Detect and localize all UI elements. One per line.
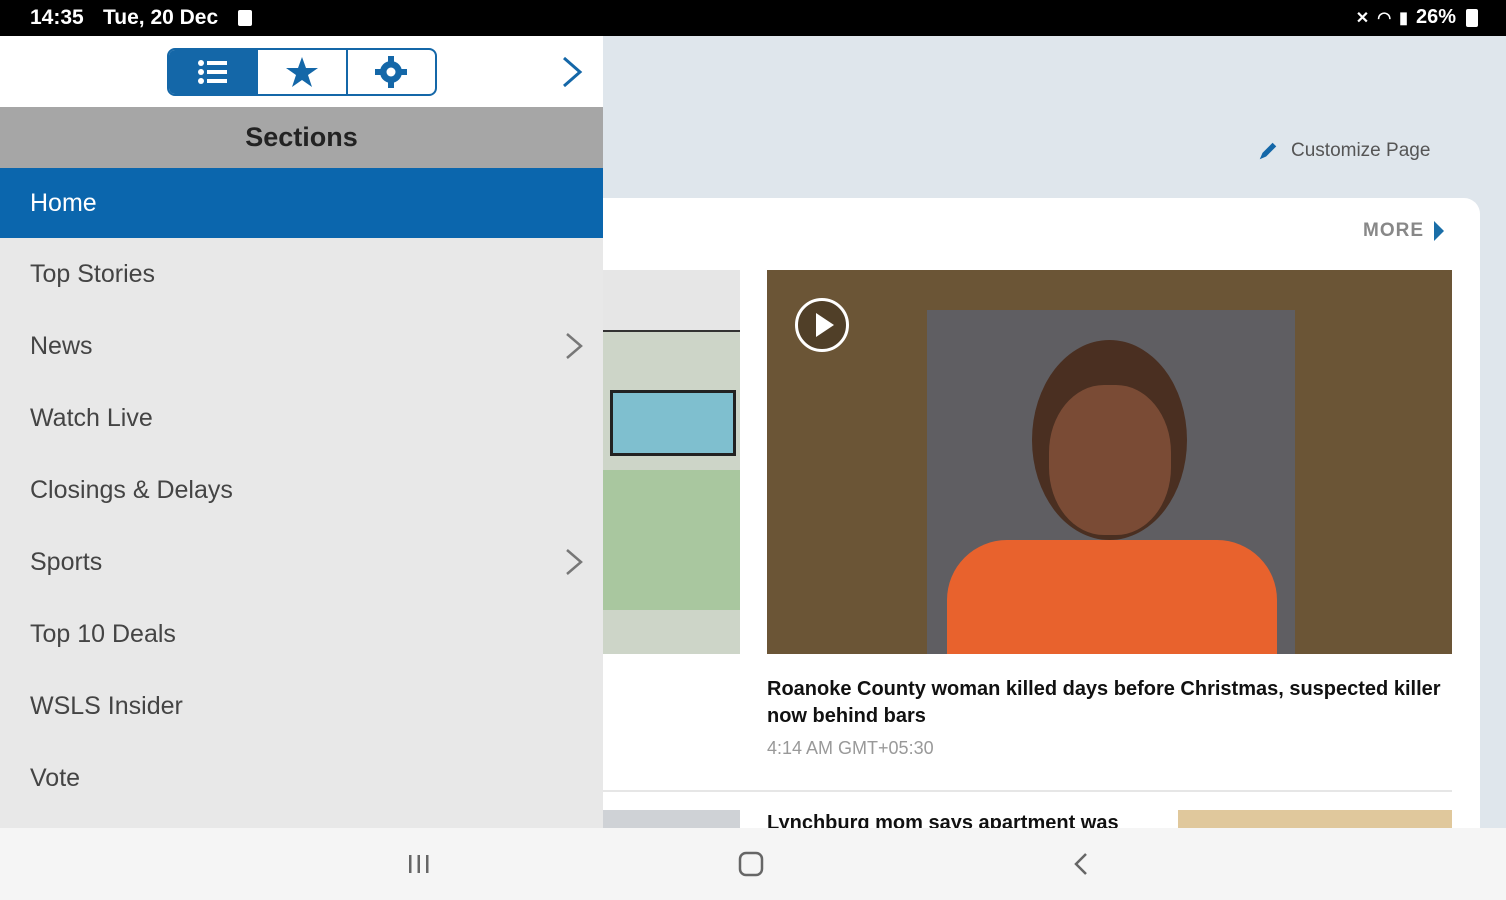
sidebar-item-label: Closings & Delays bbox=[30, 475, 233, 504]
notification-icon bbox=[238, 10, 252, 26]
caret-right-icon bbox=[1434, 221, 1444, 241]
sidebar-item-label: News bbox=[30, 331, 93, 360]
recent-apps-icon bbox=[409, 855, 429, 873]
gear-icon bbox=[375, 56, 408, 88]
system-navigation-bar bbox=[0, 828, 1506, 900]
mute-icon: ✕ bbox=[1355, 9, 1370, 27]
status-bar: 14:35 Tue, 20 Dec ✕ ◠ ▮ 26% bbox=[0, 0, 1506, 36]
sidebar-item-label: Top 10 Deals bbox=[30, 619, 176, 648]
story-timestamp: 4:14 AM GMT+05:30 bbox=[767, 738, 934, 758]
section-list: Home Top Stories News Watch Live Closing… bbox=[0, 168, 603, 814]
status-icons: ✕ ◠ ▮ 26% bbox=[1356, 6, 1478, 29]
sidebar-item-sports[interactable]: Sports bbox=[0, 526, 603, 598]
wifi-icon: ◠ bbox=[1377, 9, 1392, 27]
star-icon bbox=[285, 57, 318, 87]
customize-page-button[interactable]: Customize Page bbox=[1257, 140, 1430, 162]
sections-header: Sections bbox=[0, 107, 603, 168]
battery-level: 26% bbox=[1415, 6, 1456, 28]
story-thumbnail-partial[interactable] bbox=[600, 810, 740, 830]
status-date: Tue, 20 Dec bbox=[103, 6, 219, 29]
tab-settings[interactable] bbox=[348, 50, 435, 94]
story-thumbnail-partial[interactable] bbox=[600, 270, 740, 654]
sidebar-item-wsls-insider[interactable]: WSLS Insider bbox=[0, 670, 603, 742]
sidebar-item-label: Sports bbox=[30, 547, 103, 576]
tab-sections-list[interactable] bbox=[169, 50, 259, 94]
sidebar-item-label: Watch Live bbox=[30, 403, 153, 432]
sidebar-item-vote[interactable]: Vote bbox=[0, 742, 603, 814]
sidebar-item-home[interactable]: Home bbox=[0, 168, 603, 238]
status-time: 14:35 bbox=[30, 6, 84, 29]
sidebar-item-closings-delays[interactable]: Closings & Delays bbox=[0, 454, 603, 526]
sidebar-item-news[interactable]: News bbox=[0, 310, 603, 382]
chevron-right-icon[interactable] bbox=[556, 52, 586, 92]
navigation-drawer: Sections Home Top Stories News Watch Liv… bbox=[0, 36, 603, 828]
sidebar-item-label: Top Stories bbox=[30, 259, 156, 288]
drawer-tab-switcher bbox=[167, 48, 437, 96]
signal-icon: ▮ bbox=[1399, 9, 1408, 27]
battery-icon bbox=[1466, 8, 1478, 27]
sidebar-item-label: Home bbox=[30, 188, 97, 217]
back-icon bbox=[1074, 853, 1087, 875]
divider bbox=[600, 790, 1452, 792]
list-icon bbox=[197, 60, 227, 84]
chevron-right-icon[interactable] bbox=[563, 330, 585, 362]
recent-apps-button[interactable] bbox=[404, 850, 434, 878]
play-icon[interactable] bbox=[795, 298, 849, 352]
more-link[interactable]: MORE bbox=[1363, 220, 1444, 242]
sidebar-item-top-stories[interactable]: Top Stories bbox=[0, 238, 603, 310]
sidebar-item-watch-live[interactable]: Watch Live bbox=[0, 382, 603, 454]
news-card: MORE Roanoke County woman killed days be… bbox=[560, 198, 1480, 858]
story-thumbnail-partial[interactable] bbox=[1178, 810, 1452, 830]
drawer-toolbar bbox=[0, 36, 603, 107]
sidebar-item-top-10-deals[interactable]: Top 10 Deals bbox=[0, 598, 603, 670]
chevron-right-icon[interactable] bbox=[563, 546, 585, 578]
more-label: MORE bbox=[1363, 220, 1424, 241]
pencil-icon bbox=[1259, 142, 1277, 160]
sidebar-item-label: Vote bbox=[30, 763, 81, 792]
tab-favorites[interactable] bbox=[258, 50, 348, 94]
back-button[interactable] bbox=[1066, 850, 1096, 878]
home-button[interactable] bbox=[736, 850, 766, 878]
story-headline[interactable]: Roanoke County woman killed days before … bbox=[767, 676, 1447, 730]
customize-page-label: Customize Page bbox=[1291, 140, 1431, 161]
home-circle-icon bbox=[738, 851, 764, 877]
sidebar-item-label: WSLS Insider bbox=[30, 691, 183, 720]
story-video-thumbnail[interactable] bbox=[767, 270, 1452, 654]
